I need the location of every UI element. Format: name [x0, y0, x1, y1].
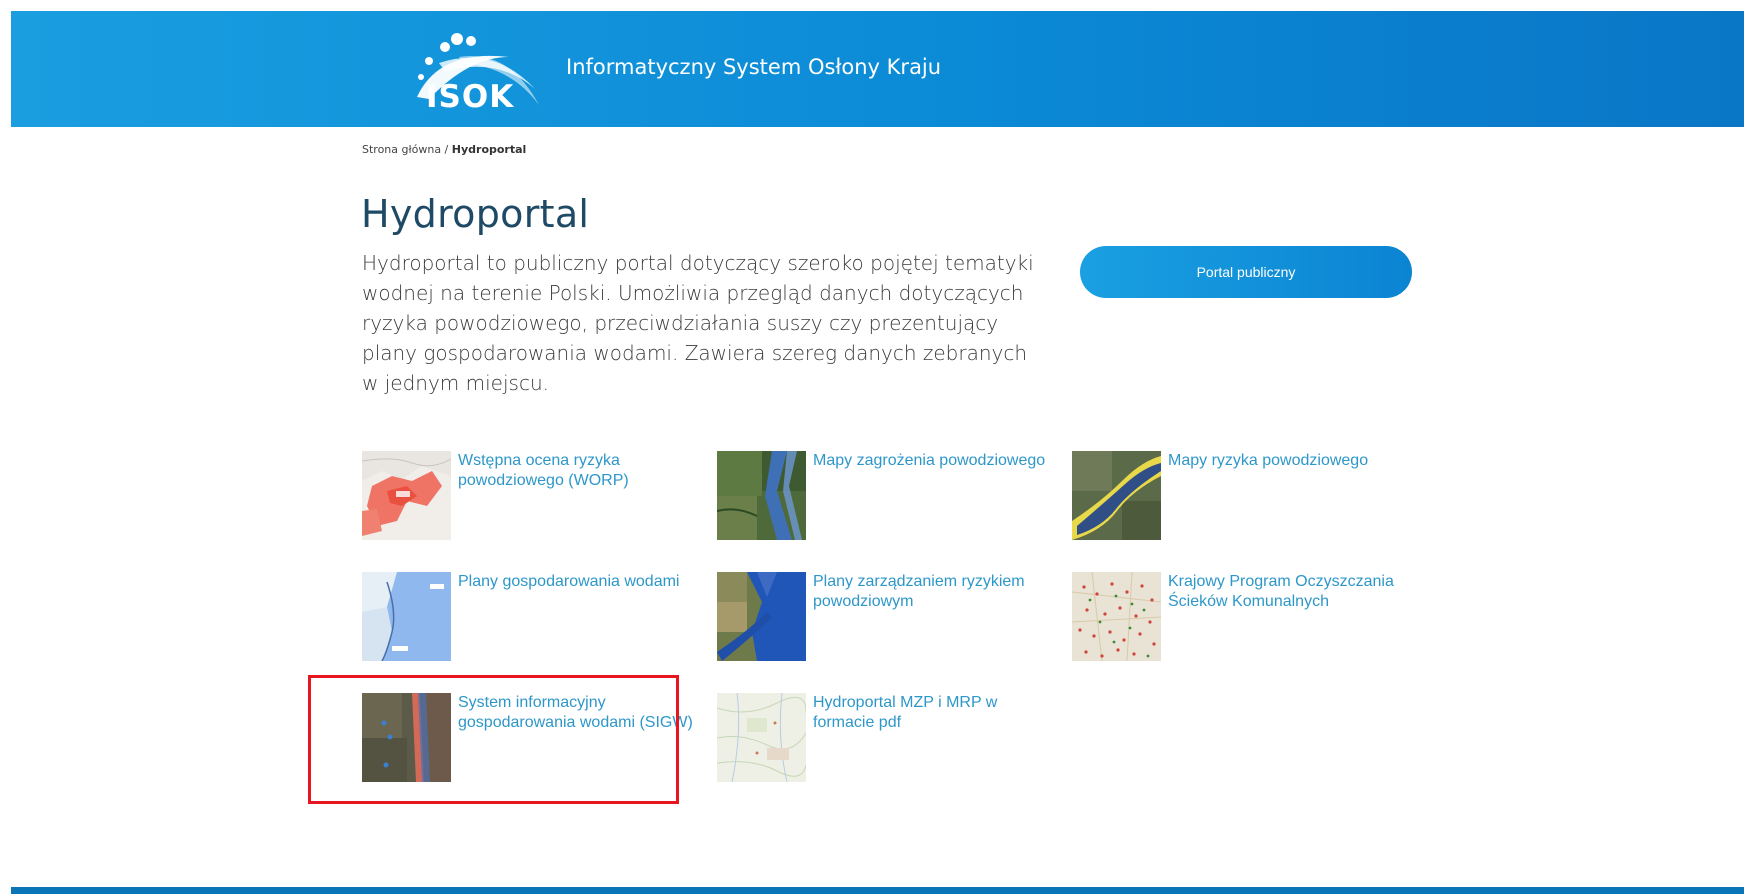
breadcrumb-current: Hydroportal	[451, 143, 527, 156]
tile-flood-risk-maps-label[interactable]: Mapy ryzyka powodziowego	[1168, 451, 1418, 471]
tile-mzp-mrp-pdf[interactable]: Hydroportal MZP i MRP w formacie pdf	[717, 693, 1067, 785]
tile-mzp-mrp-pdf-label[interactable]: Hydroportal MZP i MRP w formacie pdf	[813, 693, 1063, 732]
logo-text: ISOK	[426, 79, 515, 115]
tile-kposk[interactable]: Krajowy Program Oczyszczania Ścieków Kom…	[1072, 572, 1422, 664]
flood-risk-management-map-thumbnail-icon[interactable]	[717, 572, 806, 661]
highlight-box	[308, 675, 679, 804]
tile-flood-risk-maps[interactable]: Mapy ryzyka powodziowego	[1072, 451, 1422, 543]
tile-worp[interactable]: Wstępna ocena ryzyka powodziowego (WORP)	[362, 451, 712, 543]
tile-kposk-label[interactable]: Krajowy Program Oczyszczania Ścieków Kom…	[1168, 572, 1418, 611]
tile-water-management-plans[interactable]: Plany gospodarowania wodami	[362, 572, 712, 664]
tile-water-management-plans-label[interactable]: Plany gospodarowania wodami	[458, 572, 708, 592]
tile-flood-hazard-maps-label[interactable]: Mapy zagrożenia powodziowego	[813, 451, 1063, 471]
site-title[interactable]: Informatyczny System Osłony Kraju	[566, 55, 941, 79]
public-portal-button[interactable]: Portal publiczny	[1080, 246, 1412, 298]
breadcrumb-separator: /	[441, 143, 452, 156]
tile-worp-label[interactable]: Wstępna ocena ryzyka powodziowego (WORP)	[458, 451, 708, 490]
page-description: Hydroportal to publiczny portal dotycząc…	[362, 251, 1034, 395]
page: ISOK Informatyczny System Osłony Kraju S…	[0, 0, 1744, 894]
kposk-map-thumbnail-icon[interactable]	[1072, 572, 1161, 661]
tile-flood-risk-management-plans[interactable]: Plany zarządzaniem ryzykiem powodziowym	[717, 572, 1067, 664]
flood-hazard-map-thumbnail-icon[interactable]	[717, 451, 806, 540]
breadcrumb: Strona główna / Hydroportal	[362, 143, 526, 156]
site-header: ISOK Informatyczny System Osłony Kraju	[11, 11, 1744, 127]
water-management-map-thumbnail-icon[interactable]	[362, 572, 451, 661]
site-footer	[11, 887, 1744, 894]
tile-flood-hazard-maps[interactable]: Mapy zagrożenia powodziowego	[717, 451, 1067, 543]
page-title: Hydroportal	[361, 192, 590, 236]
worp-map-thumbnail-icon[interactable]	[362, 451, 451, 540]
flood-risk-map-thumbnail-icon[interactable]	[1072, 451, 1161, 540]
breadcrumb-home-link[interactable]: Strona główna	[362, 143, 441, 156]
tile-flood-risk-management-plans-label[interactable]: Plany zarządzaniem ryzykiem powodziowym	[813, 572, 1063, 611]
mzp-mrp-pdf-map-thumbnail-icon[interactable]	[717, 693, 806, 782]
